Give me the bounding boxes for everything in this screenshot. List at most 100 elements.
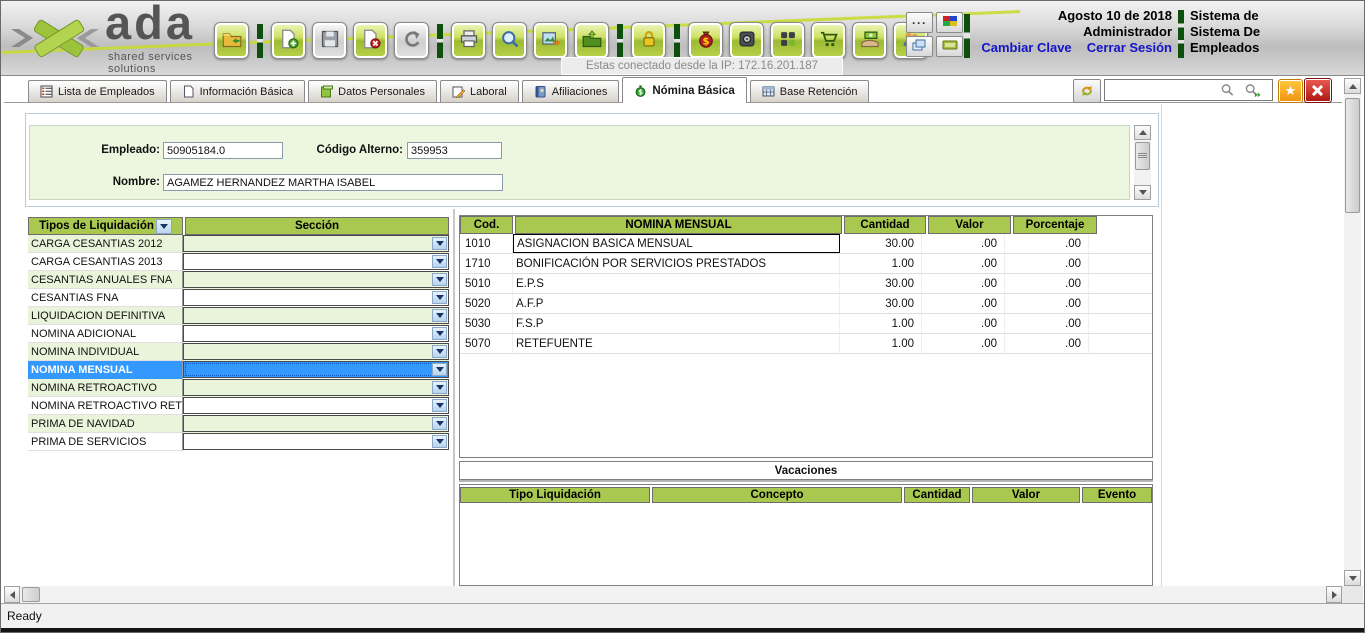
cantidad-header[interactable]: Cantidad	[844, 216, 926, 234]
porcentaje-cell[interactable]: .00	[1005, 314, 1089, 333]
valor-cell[interactable]: .00	[922, 274, 1005, 293]
form-scrollbar[interactable]	[1134, 125, 1151, 200]
print-button[interactable]	[451, 22, 486, 59]
logout-link[interactable]: Cerrar Sesión	[1087, 40, 1172, 55]
chevron-down-icon[interactable]	[432, 309, 447, 322]
nomina-row[interactable]: 5020 A.F.P 30.00 .00 .00	[460, 294, 1152, 314]
cantidad-cell[interactable]: 1.00	[840, 254, 922, 273]
chevron-down-icon[interactable]	[432, 327, 447, 340]
more-button[interactable]: ···	[906, 12, 933, 33]
valor-cell[interactable]: .00	[922, 254, 1005, 273]
concepto-cell[interactable]: BONIFICACIÓN POR SERVICIOS PRESTADOS	[513, 254, 840, 273]
close-button[interactable]	[1304, 78, 1332, 103]
concepto-header[interactable]: NOMINA MENSUAL	[515, 216, 842, 234]
chevron-down-icon[interactable]	[432, 381, 447, 394]
tipo-liquidacion-cell[interactable]: NOMINA MENSUAL	[28, 361, 183, 379]
valor-cell[interactable]: .00	[922, 294, 1005, 313]
open-button[interactable]	[214, 22, 249, 59]
new-button[interactable]	[271, 22, 306, 59]
tab-n-mina-b-sica[interactable]: $Nómina Básica	[622, 77, 746, 103]
cod-cell[interactable]: 1710	[460, 254, 513, 273]
chevron-down-icon[interactable]	[432, 255, 447, 268]
scrollbar-thumb[interactable]	[1135, 142, 1150, 170]
liquidacion-row[interactable]: NOMINA ADICIONAL	[28, 325, 449, 343]
tipo-liquidacion-cell[interactable]: NOMINA INDIVIDUAL	[28, 343, 183, 361]
liquidacion-row[interactable]: NOMINA RETROACTIVO	[28, 379, 449, 397]
seccion-combobox[interactable]	[183, 379, 449, 396]
tipo-liquidacion-cell[interactable]: NOMINA RETROACTIVO	[28, 379, 183, 397]
cantidad-cell[interactable]: 30.00	[840, 294, 922, 313]
chevron-down-icon[interactable]	[432, 345, 447, 358]
concepto-header[interactable]: Concepto	[652, 487, 902, 503]
seccion-combobox[interactable]	[183, 397, 449, 414]
seccion-combobox[interactable]	[183, 235, 449, 252]
liquidacion-row[interactable]: NOMINA RETROACTIVO RETI	[28, 397, 449, 415]
codigo-alterno-field[interactable]: 359953	[407, 142, 502, 159]
search-next-icon[interactable]	[1244, 83, 1262, 98]
cod-cell[interactable]: 5020	[460, 294, 513, 313]
cantidad-header[interactable]: Cantidad	[904, 487, 970, 503]
chevron-down-icon[interactable]	[432, 273, 447, 286]
tipo-liquidacion-cell[interactable]: PRIMA DE NAVIDAD	[28, 415, 183, 433]
chevron-down-icon[interactable]	[432, 417, 447, 430]
theme-button[interactable]	[936, 12, 963, 33]
tab-base-retenci-n[interactable]: Base Retención	[750, 80, 870, 102]
porcentaje-header[interactable]: Porcentaje	[1013, 216, 1097, 234]
tipo-liquidacion-cell[interactable]: LIQUIDACION DEFINITIVA	[28, 307, 183, 325]
delete-button[interactable]	[353, 22, 388, 59]
seccion-combobox[interactable]	[183, 325, 449, 342]
search-icon[interactable]	[1220, 83, 1236, 98]
scrollbar-thumb[interactable]	[1345, 98, 1360, 213]
seccion-combobox[interactable]	[183, 307, 449, 324]
import-button[interactable]	[574, 22, 609, 59]
header-filter-button[interactable]	[156, 219, 172, 234]
valor-cell[interactable]: .00	[922, 334, 1005, 353]
seccion-combobox[interactable]	[183, 289, 449, 306]
empleado-field[interactable]: 50905184.0	[163, 142, 283, 159]
cantidad-cell[interactable]: 1.00	[840, 314, 922, 333]
keyboard-button[interactable]	[936, 36, 963, 57]
cod-cell[interactable]: 5010	[460, 274, 513, 293]
liquidacion-row[interactable]: CESANTIAS ANUALES FNA	[28, 271, 449, 289]
concepto-cell[interactable]: ASIGNACION BASICA MENSUAL	[513, 234, 840, 253]
money-button[interactable]: $	[688, 22, 723, 59]
porcentaje-cell[interactable]: .00	[1005, 254, 1089, 273]
nomina-row[interactable]: 5010 E.P.S 30.00 .00 .00	[460, 274, 1152, 294]
scroll-down-button[interactable]	[1344, 570, 1361, 586]
seccion-combobox[interactable]	[183, 271, 449, 288]
scroll-up-button[interactable]	[1134, 125, 1151, 140]
preview-button[interactable]	[492, 22, 527, 59]
scroll-right-button[interactable]	[1326, 586, 1342, 603]
liquidacion-row[interactable]: PRIMA DE SERVICIOS	[28, 433, 449, 451]
seccion-combobox[interactable]	[183, 343, 449, 360]
concepto-cell[interactable]: F.S.P	[513, 314, 840, 333]
chevron-down-icon[interactable]	[432, 435, 447, 448]
liquidacion-row[interactable]: CESANTIAS FNA	[28, 289, 449, 307]
cantidad-cell[interactable]: 1.00	[840, 334, 922, 353]
porcentaje-cell[interactable]: .00	[1005, 334, 1089, 353]
liquidacion-row[interactable]: PRIMA DE NAVIDAD	[28, 415, 449, 433]
scrollbar-thumb[interactable]	[22, 587, 40, 602]
lock-button[interactable]	[631, 22, 666, 59]
liquidacion-row[interactable]: NOMINA INDIVIDUAL	[28, 343, 449, 361]
cart-button[interactable]	[811, 22, 846, 59]
scroll-down-button[interactable]	[1134, 185, 1151, 200]
tab-lista-de-empleados[interactable]: Lista de Empleados	[28, 80, 167, 102]
concepto-cell[interactable]: A.F.P	[513, 294, 840, 313]
nomina-row[interactable]: 5030 F.S.P 1.00 .00 .00	[460, 314, 1152, 334]
cod-header[interactable]: Cod.	[460, 216, 513, 234]
payments-button[interactable]	[852, 22, 887, 59]
seccion-combobox[interactable]	[183, 361, 449, 378]
modules-button[interactable]	[770, 22, 805, 59]
evento-header[interactable]: Evento	[1082, 487, 1152, 503]
nomina-row[interactable]: 5070 RETEFUENTE 1.00 .00 .00	[460, 334, 1152, 354]
horizontal-scrollbar[interactable]	[4, 586, 1342, 603]
tipo-liquidacion-cell[interactable]: PRIMA DE SERVICIOS	[28, 433, 183, 451]
tipo-liquidacion-cell[interactable]: NOMINA RETROACTIVO RETI	[28, 397, 183, 415]
chevron-down-icon[interactable]	[432, 399, 447, 412]
liquidacion-row[interactable]: NOMINA MENSUAL	[28, 361, 449, 379]
refresh-button[interactable]	[1073, 79, 1101, 103]
nomina-row[interactable]: 1010 ASIGNACION BASICA MENSUAL 30.00 .00…	[460, 234, 1152, 254]
liquidacion-row[interactable]: CARGA CESANTIAS 2012	[28, 235, 449, 253]
favorite-button[interactable]: ★	[1278, 79, 1303, 103]
